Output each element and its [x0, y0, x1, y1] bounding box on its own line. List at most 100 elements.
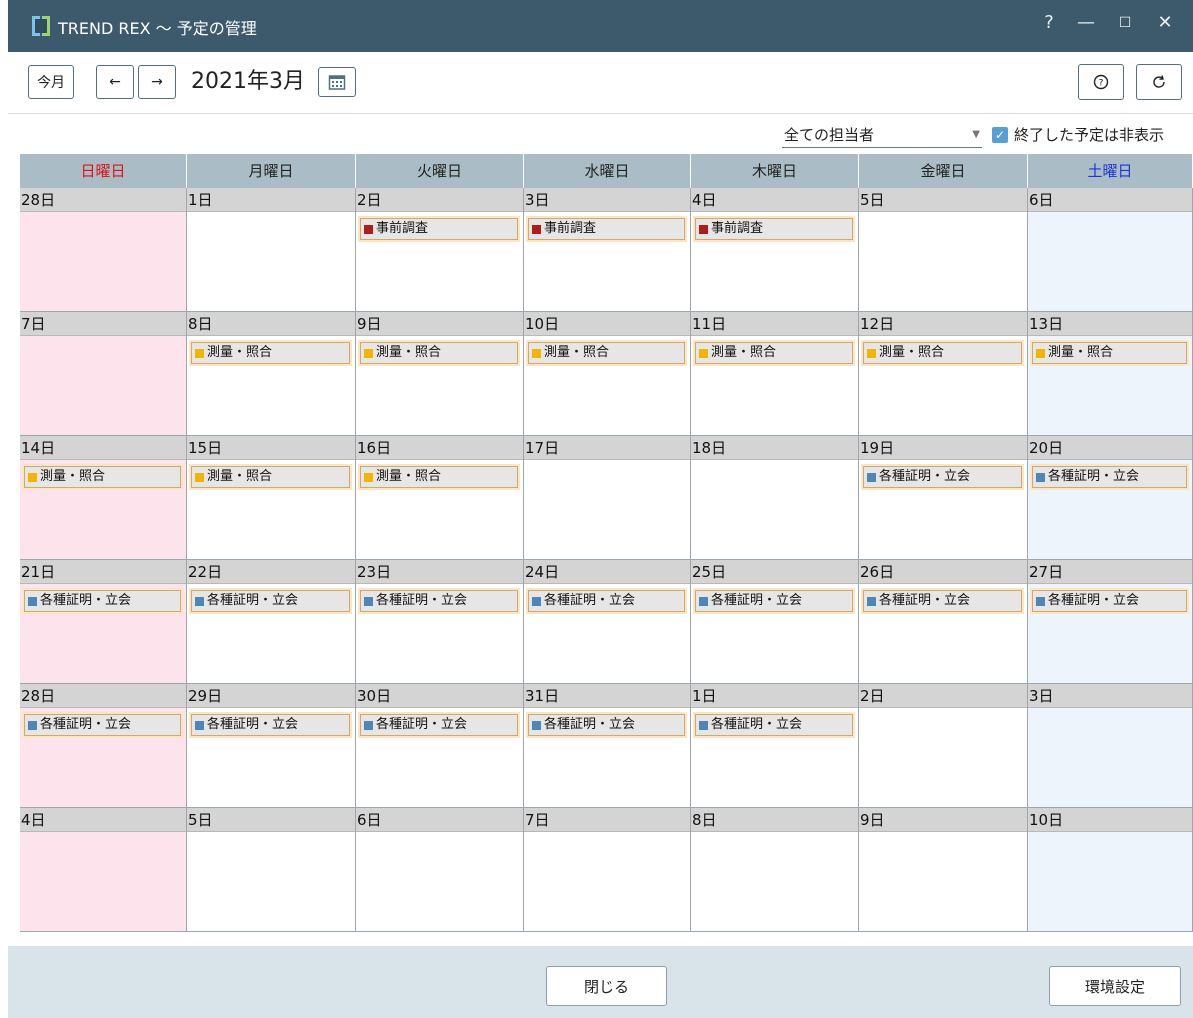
next-month-button[interactable]: → [138, 65, 176, 99]
day-cell[interactable]: 24日 各種証明・立会 [524, 560, 691, 684]
help-icon: ? [1093, 74, 1109, 90]
day-cell[interactable]: 12日測量・照合 [859, 312, 1028, 436]
day-number: 21日 [20, 560, 186, 584]
schedule-event[interactable]: 各種証明・立会 [24, 590, 181, 612]
day-cell[interactable]: 7日 [20, 312, 187, 436]
day-cell[interactable]: 25日 各種証明・立会 [691, 560, 859, 684]
help-title-button[interactable]: ? [1034, 12, 1064, 33]
schedule-event[interactable]: 各種証明・立会 [191, 714, 350, 736]
minimize-button[interactable]: — [1071, 12, 1101, 33]
day-cell[interactable]: 15日 測量・照合 [187, 436, 356, 560]
schedule-event[interactable]: 各種証明・立会 [695, 714, 853, 736]
maximize-button[interactable]: ☐ [1110, 15, 1140, 31]
category-color-icon [1036, 596, 1045, 606]
schedule-event[interactable]: 測量・照合 [191, 342, 350, 364]
day-cell[interactable]: 5日 [187, 808, 356, 932]
day-number: 30日 [356, 684, 523, 708]
day-cell[interactable]: 10日 [1028, 808, 1193, 932]
calendar-picker-button[interactable] [318, 67, 356, 97]
event-title: 測量・照合 [40, 469, 106, 484]
day-cell[interactable]: 10日 測量・照合 [524, 312, 691, 436]
event-title: 測量・照合 [711, 345, 777, 360]
day-cell[interactable]: 13日 測量・照合 [1028, 312, 1193, 436]
day-cell[interactable]: 26日 各種証明・立会 [859, 560, 1028, 684]
schedule-event[interactable]: 事前調査 [360, 218, 518, 240]
day-cell[interactable]: 29日 各種証明・立会 [187, 684, 356, 808]
close-button[interactable]: 閉じる [546, 966, 667, 1006]
event-title: 測量・照合 [879, 345, 945, 360]
day-cell[interactable]: 6日 [356, 808, 524, 932]
day-cell[interactable]: 2日 事前調査 [356, 188, 524, 312]
schedule-event[interactable]: 事前調査 [695, 218, 853, 240]
schedule-event[interactable]: 各種証明・立会 [360, 714, 518, 736]
day-cell[interactable]: 7日 [524, 808, 691, 932]
schedule-event[interactable]: 各種証明・立会 [24, 714, 181, 736]
day-cell[interactable]: 30日各種証明・立会 [356, 684, 524, 808]
day-cell[interactable]: 21日各種証明・立会 [20, 560, 187, 684]
day-cell[interactable]: 11日 測量・照合 [691, 312, 859, 436]
refresh-button[interactable] [1136, 64, 1182, 100]
schedule-event[interactable]: 測量・照合 [24, 466, 181, 488]
day-cell[interactable]: 31日 各種証明・立会 [524, 684, 691, 808]
day-cell[interactable]: 19日 各種証明・立会 [859, 436, 1028, 560]
day-cell[interactable]: 1日 [187, 188, 356, 312]
category-color-icon [532, 224, 541, 234]
schedule-event[interactable]: 各種証明・立会 [528, 590, 685, 612]
schedule-event[interactable]: 各種証明・立会 [1032, 466, 1187, 488]
day-cell[interactable]: 22日 各種証明・立会 [187, 560, 356, 684]
day-cell[interactable]: 3日 [1028, 684, 1193, 808]
checkbox-checked-icon[interactable]: ✓ [992, 126, 1008, 143]
schedule-event[interactable]: 測量・照合 [360, 342, 518, 364]
close-window-button[interactable]: ✕ [1150, 12, 1180, 33]
schedule-event[interactable]: 各種証明・立会 [1032, 590, 1187, 612]
schedule-event[interactable]: 各種証明・立会 [863, 466, 1022, 488]
day-cell[interactable]: 8日 測量・照合 [187, 312, 356, 436]
hide-completed-label: 終了した予定は非表示 [1014, 126, 1165, 144]
day-cell[interactable]: 1日 各種証明・立会 [691, 684, 859, 808]
schedule-event[interactable]: 測量・照合 [360, 466, 518, 488]
day-cell[interactable]: 9日 [859, 808, 1028, 932]
day-cell[interactable]: 27日 各種証明・立会 [1028, 560, 1193, 684]
prev-month-button[interactable]: ← [96, 65, 134, 99]
day-cell[interactable]: 2日 [859, 684, 1028, 808]
category-color-icon [195, 348, 204, 358]
help-button[interactable]: ? [1078, 64, 1124, 100]
day-cell[interactable]: 8日 [691, 808, 859, 932]
day-cell[interactable]: 20日 各種証明・立会 [1028, 436, 1193, 560]
schedule-event[interactable]: 各種証明・立会 [528, 714, 685, 736]
day-cell[interactable]: 16日 測量・照合 [356, 436, 524, 560]
current-month-button[interactable]: 今月 [28, 65, 74, 99]
day-number: 8日 [691, 808, 858, 832]
day-cell[interactable]: 23日 各種証明・立会 [356, 560, 524, 684]
schedule-event[interactable]: 各種証明・立会 [360, 590, 518, 612]
day-cell[interactable]: 4日 事前調査 [691, 188, 859, 312]
day-cell[interactable]: 4日 [20, 808, 187, 932]
schedule-event[interactable]: 測量・照合 [863, 342, 1022, 364]
schedule-event[interactable]: 測量・照合 [1032, 342, 1187, 364]
schedule-event[interactable]: 測量・照合 [528, 342, 685, 364]
day-cell[interactable]: 3日 事前調査 [524, 188, 691, 312]
event-title: 各種証明・立会 [207, 593, 299, 608]
day-cell[interactable]: 14日 測量・照合 [20, 436, 187, 560]
hide-completed-toggle[interactable]: ✓ 終了した予定は非表示 [992, 124, 1164, 145]
month-calendar: 日曜日 月曜日 火曜日 水曜日 木曜日 金曜日 土曜日 28日 1日 2日 事前調査 3日 事前調査 4… [20, 154, 1193, 934]
day-cell[interactable]: 9日 測量・照合 [356, 312, 524, 436]
day-cell[interactable]: 17日 [524, 436, 691, 560]
assignee-dropdown[interactable]: 全ての担当者 ▼ [782, 122, 982, 148]
category-color-icon [699, 224, 708, 234]
schedule-event[interactable]: 各種証明・立会 [191, 590, 350, 612]
day-cell[interactable]: 28日 [20, 188, 187, 312]
schedule-event[interactable]: 各種証明・立会 [863, 590, 1022, 612]
day-cell[interactable]: 5日 [859, 188, 1028, 312]
day-number: 12日 [859, 312, 1027, 336]
day-cell[interactable]: 6日 [1028, 188, 1193, 312]
schedule-event[interactable]: 各種証明・立会 [695, 590, 853, 612]
day-cell[interactable]: 18日 [691, 436, 859, 560]
event-title: 各種証明・立会 [1048, 469, 1140, 484]
schedule-event[interactable]: 測量・照合 [191, 466, 350, 488]
event-title: 各種証明・立会 [1048, 593, 1140, 608]
schedule-event[interactable]: 測量・照合 [695, 342, 853, 364]
schedule-event[interactable]: 事前調査 [528, 218, 685, 240]
settings-button[interactable]: 環境設定 [1049, 966, 1181, 1006]
day-cell[interactable]: 28日 各種証明・立会 [20, 684, 187, 808]
